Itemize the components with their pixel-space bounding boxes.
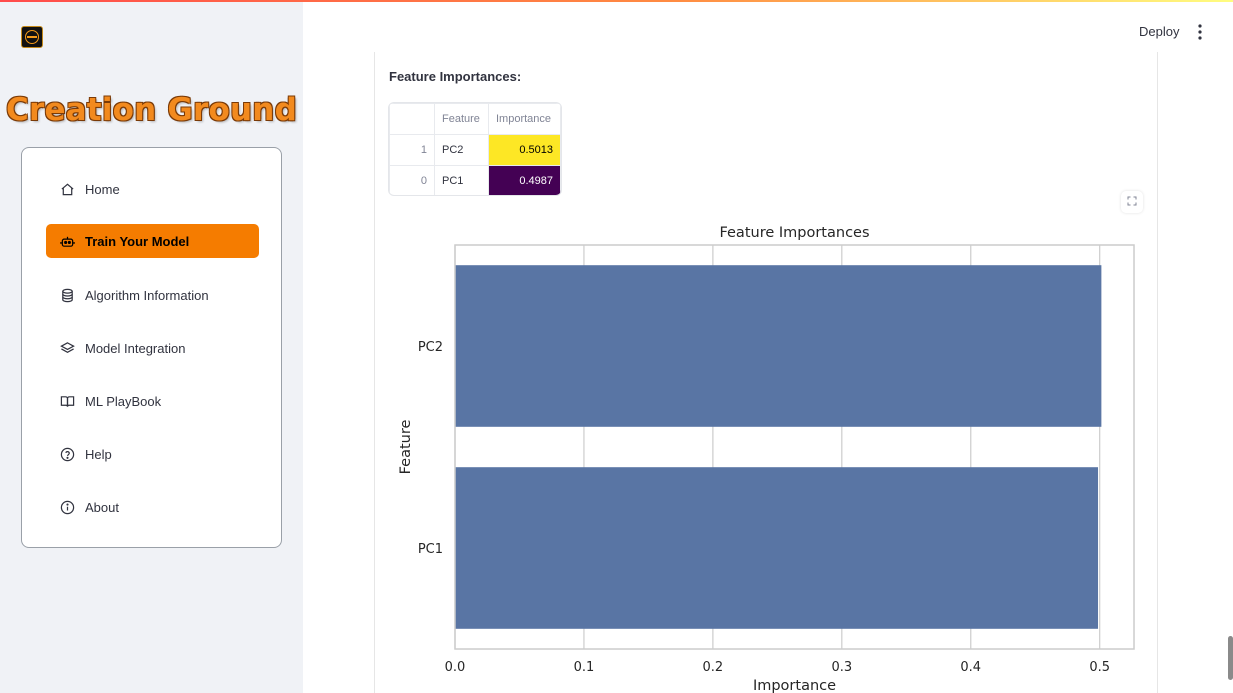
table-header-importance[interactable]: Importance (488, 103, 561, 135)
table-row: 1 PC2 0.5013 (389, 134, 561, 166)
x-tick-label: 0.5 (1089, 660, 1110, 675)
sidebar: Creation Ground Home Train Your Model Al… (0, 2, 303, 693)
chart-title: Feature Importances (719, 225, 869, 241)
fullscreen-button[interactable] (1121, 191, 1143, 213)
x-tick-label: 0.3 (831, 660, 852, 675)
sidebar-item-label: Algorithm Information (85, 287, 209, 303)
importance-cell[interactable]: 0.5013 (488, 134, 561, 166)
sidebar-item-model-integration[interactable]: Model Integration (46, 331, 259, 365)
feature-cell[interactable]: PC1 (434, 165, 489, 195)
feature-importance-chart: PC2 PC1 0.0 0.1 0.2 0.3 0.4 0.5 Feature Importan… (398, 225, 1135, 693)
feature-cell[interactable]: PC2 (434, 134, 489, 166)
x-tick-label: 0.4 (960, 660, 981, 675)
x-tick-label: 0.1 (574, 660, 595, 675)
table-header-feature[interactable]: Feature (434, 103, 489, 135)
database-icon (59, 287, 75, 303)
sidebar-item-label: ML PlayBook (85, 393, 162, 409)
layers-icon (59, 340, 75, 356)
x-axis-label: Importance (753, 678, 836, 693)
y-tick-label: PC1 (418, 542, 443, 557)
home-icon (59, 181, 75, 197)
sidebar-item-label: Model Integration (85, 340, 186, 356)
section-title: Feature Importances: (389, 69, 522, 84)
table-header-index (389, 103, 435, 135)
sidebar-item-help[interactable]: Help (46, 437, 259, 471)
x-tick-label: 0.0 (445, 660, 466, 675)
sidebar-item-train-your-model[interactable]: Train Your Model (46, 224, 259, 258)
sidebar-item-label: Home (85, 181, 120, 197)
x-tick-label: 0.2 (703, 660, 724, 675)
main-divider-left (374, 52, 375, 693)
sidebar-item-ml-playbook[interactable]: ML PlayBook (46, 384, 259, 418)
y-tick-label: PC2 (418, 340, 443, 355)
robot-icon (59, 233, 75, 249)
sidebar-item-about[interactable]: About (46, 490, 259, 524)
y-axis-label: Feature (398, 420, 414, 475)
row-index: 0 (389, 165, 435, 195)
importance-cell[interactable]: 0.4987 (488, 165, 561, 195)
app-logo (21, 26, 43, 48)
sidebar-item-home[interactable]: Home (46, 172, 259, 206)
main-divider-right (1157, 52, 1158, 693)
kebab-menu-icon[interactable] (1193, 23, 1207, 41)
feature-importance-table[interactable]: Feature Importance 1 PC2 0.5013 0 PC1 0.… (388, 102, 562, 196)
sidebar-item-label: Help (85, 446, 112, 462)
sidebar-item-label: About (85, 499, 119, 515)
table-row: 0 PC1 0.4987 (389, 165, 561, 195)
row-index: 1 (389, 134, 435, 166)
bar (455, 265, 1102, 427)
scrollbar[interactable] (1228, 636, 1233, 680)
info-icon (59, 499, 75, 515)
sidebar-nav: Home Train Your Model Algorithm Informat… (21, 147, 282, 548)
bar (455, 467, 1099, 629)
sidebar-item-algorithm-information[interactable]: Algorithm Information (46, 278, 259, 312)
table-header-row: Feature Importance (389, 103, 561, 135)
help-circle-icon (59, 446, 75, 462)
brand-title: Creation Ground (6, 92, 297, 128)
book-icon (59, 393, 75, 409)
fullscreen-icon (1127, 193, 1137, 211)
sidebar-item-label: Train Your Model (85, 233, 190, 249)
deploy-button[interactable]: Deploy (1139, 24, 1179, 39)
